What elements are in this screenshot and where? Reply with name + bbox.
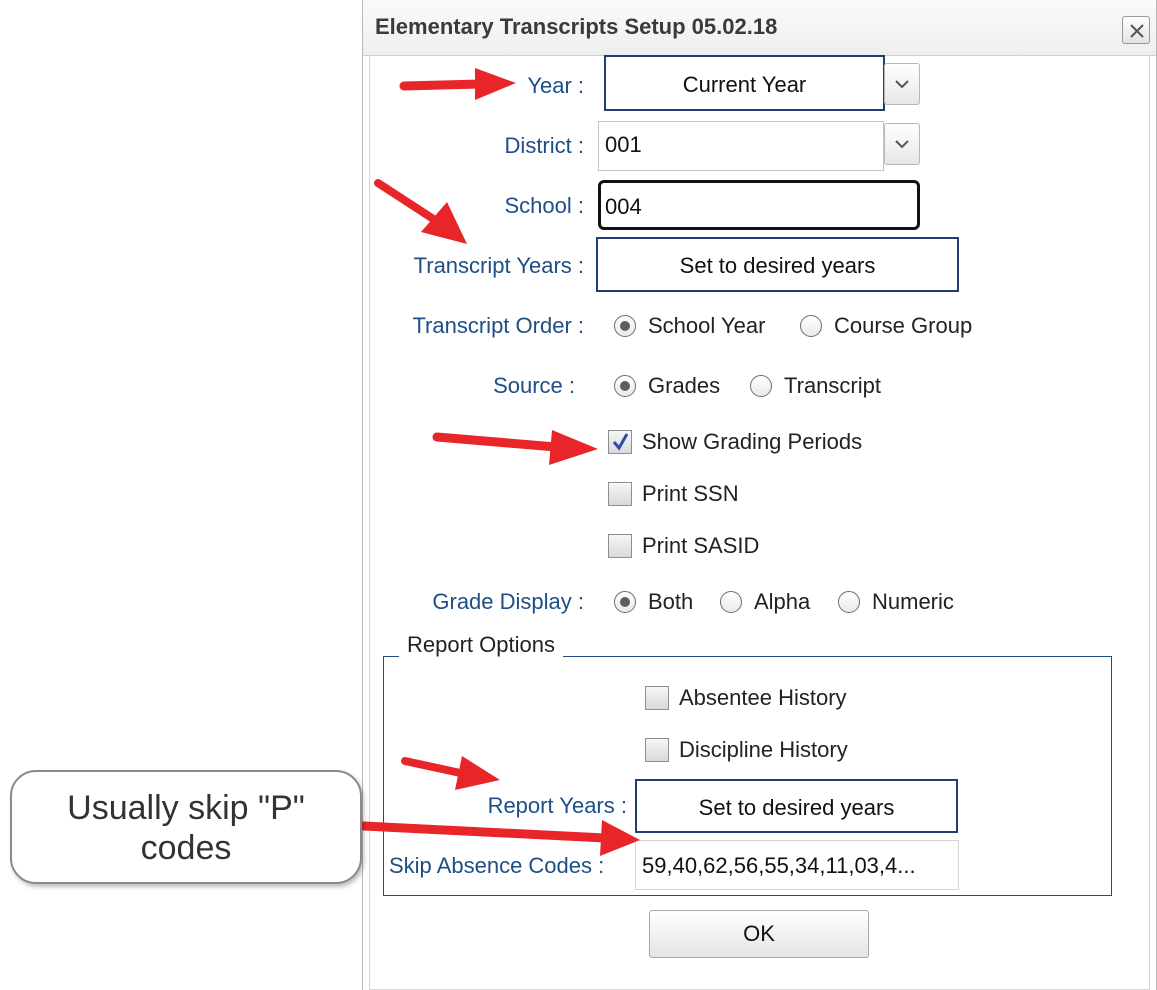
- arrow-to-year-icon: [399, 68, 516, 100]
- arrow-to-report-years-icon: [401, 756, 500, 790]
- callout-bubble: Usually skip "P" codes: [10, 770, 362, 884]
- arrow-to-transcript-years-icon: [374, 179, 467, 244]
- callout-line-1: Usually skip "P": [67, 789, 305, 827]
- callout-line-2: codes: [140, 829, 232, 867]
- arrow-to-skip-absence-codes-icon: [359, 820, 640, 856]
- arrow-to-show-grading-periods-icon: [432, 430, 598, 465]
